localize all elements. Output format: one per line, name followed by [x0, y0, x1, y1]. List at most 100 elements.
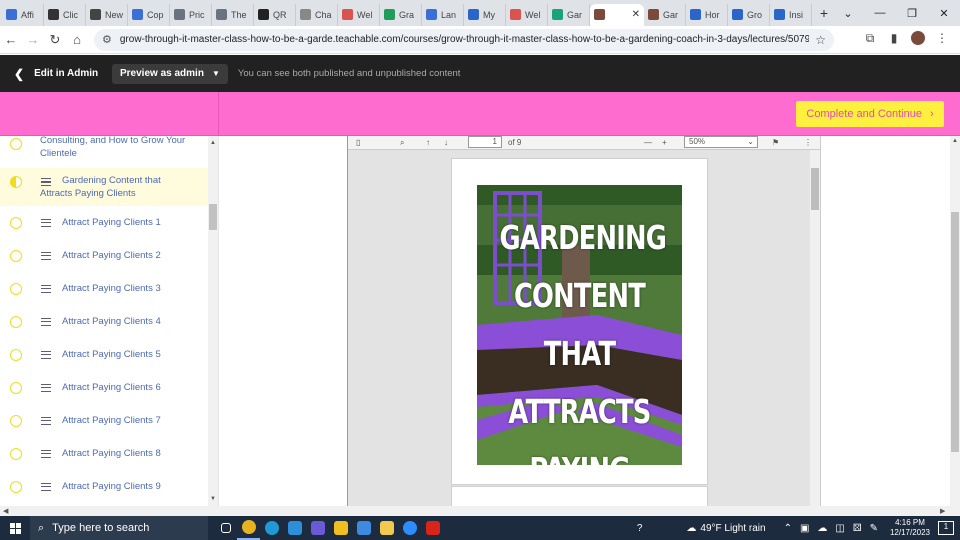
scroll-up-icon[interactable]: ▲ — [952, 138, 958, 144]
mail-icon[interactable] — [352, 516, 375, 540]
file-explorer-icon[interactable] — [375, 516, 398, 540]
lesson-item[interactable]: Attract Paying Clients 4 — [0, 305, 218, 338]
scroll-left-icon[interactable]: ◀ — [3, 507, 8, 515]
acrobat-icon[interactable] — [421, 516, 444, 540]
security-icon[interactable]: ◫ — [835, 523, 844, 534]
next-page-icon[interactable]: ↓ — [444, 138, 448, 147]
weather-widget[interactable]: ☁ 49°F Light rain — [682, 523, 765, 534]
horizontal-scrollbar[interactable]: ◀ ▶ — [0, 506, 960, 516]
browser-tab[interactable]: Gar — [548, 3, 590, 26]
scroll-down-icon[interactable]: ▼ — [210, 496, 216, 502]
page-scroll-thumb[interactable] — [951, 212, 959, 452]
scroll-right-icon[interactable]: ▶ — [940, 507, 945, 515]
browser-tab[interactable]: Lan — [422, 3, 464, 26]
store-icon[interactable] — [329, 516, 352, 540]
browser-tab[interactable]: Cop — [128, 3, 170, 26]
page-scrollbar[interactable]: ▲ — [950, 136, 960, 506]
minimize-button[interactable]: — — [864, 0, 896, 26]
text-lesson-icon — [41, 482, 51, 491]
browser-tab[interactable]: Pric — [170, 3, 212, 26]
find-icon[interactable]: ⌕ — [400, 138, 404, 148]
pdf-scroll-thumb[interactable] — [811, 168, 819, 210]
browser-tab[interactable]: New — [86, 3, 128, 26]
more-tools-icon[interactable]: ⋮ — [804, 138, 812, 147]
bookmark-icon[interactable]: ⚑ — [772, 138, 779, 147]
zoom-in-icon[interactable]: + — [662, 138, 667, 147]
chrome-icon[interactable] — [237, 516, 260, 540]
lesson-item[interactable]: Attract Paying Clients 2 — [0, 239, 218, 272]
browser-tab[interactable]: Gra — [380, 3, 422, 26]
preview-as-dropdown[interactable]: Preview as admin ▼ — [112, 63, 228, 84]
close-tab-icon[interactable]: ✕ — [632, 9, 640, 20]
in-progress-circle-icon — [10, 176, 22, 188]
game-icon[interactable]: ⚄ — [853, 523, 862, 534]
weather-text: 49°F Light rain — [700, 522, 766, 534]
profile-avatar[interactable] — [906, 31, 930, 48]
lesson-item-partial[interactable]: Consulting, and How to Grow Your Cliente… — [0, 136, 218, 166]
complete-and-continue-button[interactable]: Complete and Continue › — [796, 101, 944, 127]
zoom-out-icon[interactable]: — — [644, 138, 652, 147]
task-view-icon[interactable] — [214, 516, 237, 540]
browser-tab[interactable]: Hor — [686, 3, 728, 26]
scroll-up-icon[interactable]: ▲ — [210, 140, 216, 146]
lesson-item-current[interactable]: Gardening Content that Attracts Paying C… — [0, 168, 218, 206]
lesson-item[interactable]: Attract Paying Clients 8 — [0, 437, 218, 470]
lesson-item[interactable]: Attract Paying Clients 1 — [0, 206, 218, 239]
vscode-icon[interactable] — [283, 516, 306, 540]
help-icon[interactable]: ? — [637, 523, 643, 534]
sidebar-scrollbar[interactable]: ▲ ▼ — [208, 136, 218, 506]
edit-in-admin-link[interactable]: ❮ Edit in Admin — [0, 67, 112, 81]
onedrive-icon[interactable]: ☁ — [817, 523, 827, 534]
lesson-item[interactable]: Attract Paying Clients 5 — [0, 338, 218, 371]
clock[interactable]: 4:16 PM 12/17/2023 — [890, 518, 930, 538]
lesson-item[interactable]: Attract Paying Clients 7 — [0, 404, 218, 437]
browser-tab[interactable]: Wel — [506, 3, 548, 26]
browser-tab[interactable]: QR — [254, 3, 296, 26]
back-button[interactable]: ← — [0, 32, 22, 47]
extensions-icon[interactable]: ⧉ — [858, 31, 882, 48]
page-number-input[interactable]: 1 — [468, 136, 502, 148]
pen-icon[interactable]: ✎ — [870, 523, 878, 534]
home-button[interactable]: ⌂ — [66, 32, 88, 47]
lesson-item[interactable]: Attract Paying Clients 6 — [0, 371, 218, 404]
lesson-item[interactable]: Attract Paying Clients 9 — [0, 470, 218, 503]
bookmark-star-icon[interactable]: ☆ — [815, 33, 826, 47]
browser-tab[interactable]: The — [212, 3, 254, 26]
browser-tab[interactable]: Cha — [296, 3, 338, 26]
url-text[interactable]: grow-through-it-master-class-how-to-be-a… — [120, 34, 809, 45]
reload-button[interactable]: ↻ — [44, 32, 66, 48]
pdf-scrollbar[interactable] — [810, 150, 820, 506]
edge-icon[interactable] — [260, 516, 283, 540]
side-panel-icon[interactable]: ▮ — [882, 31, 906, 48]
tray-app-icon[interactable]: ▣ — [800, 523, 809, 534]
sidebar-scroll-thumb[interactable] — [209, 204, 217, 230]
app-icon[interactable] — [306, 516, 329, 540]
browser-tab[interactable]: Gar — [644, 3, 686, 26]
tab-label: The — [231, 9, 247, 20]
start-button[interactable] — [0, 522, 30, 534]
tab-search-icon[interactable]: ⌄ — [832, 0, 864, 26]
browser-tab[interactable]: Wel — [338, 3, 380, 26]
close-window-button[interactable]: ✕ — [928, 0, 960, 26]
zoom-icon[interactable] — [398, 516, 421, 540]
menu-icon[interactable]: ⋮ — [930, 31, 954, 48]
tab-active[interactable]: ✕ — [590, 3, 644, 26]
browser-tab[interactable]: Clic — [44, 3, 86, 26]
browser-tab[interactable]: My — [464, 3, 506, 26]
time: 4:16 PM — [895, 518, 925, 527]
forward-button[interactable]: → — [22, 32, 44, 47]
taskbar-search[interactable]: ⌕ Type here to search — [30, 516, 208, 540]
address-bar[interactable]: ⚙ grow-through-it-master-class-how-to-be… — [94, 28, 834, 51]
new-tab-button[interactable]: + — [816, 5, 832, 21]
browser-tab[interactable]: Affi — [2, 3, 44, 26]
sidebar-toggle-icon[interactable]: ▯ — [356, 138, 360, 147]
notifications-icon[interactable]: 1 — [938, 521, 954, 535]
lesson-item[interactable]: Attract Paying Clients 3 — [0, 272, 218, 305]
browser-tab[interactable]: Insi — [770, 3, 812, 26]
previous-page-icon[interactable]: ↑ — [426, 138, 430, 147]
chevron-up-icon[interactable]: ⌃ — [784, 523, 792, 534]
maximize-button[interactable]: ❐ — [896, 0, 928, 26]
site-info-icon[interactable]: ⚙ — [102, 33, 112, 46]
browser-tab[interactable]: Gro — [728, 3, 770, 26]
zoom-select[interactable]: 50% ⌄ — [684, 136, 758, 148]
